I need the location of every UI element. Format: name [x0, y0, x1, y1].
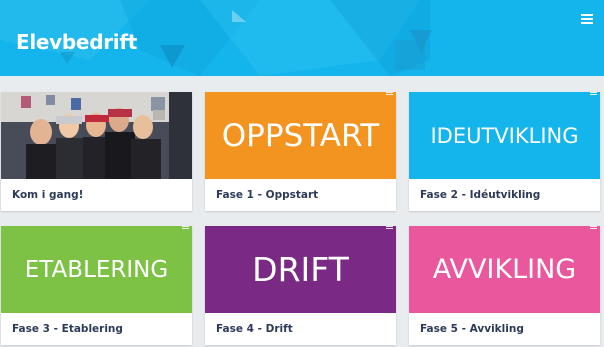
card-caption: Fase 3 - Etablering [12, 323, 123, 335]
tile-drift: DRIFT [205, 226, 396, 313]
tile-title: ETABLERING [24, 256, 169, 283]
card-fase-3-etablering[interactable]: ETABLERING Fase 3 - Etablering [1, 226, 192, 345]
card-caption: Kom i gang! [12, 189, 84, 201]
card-fase-1-oppstart[interactable]: OPPSTART Fase 1 - Oppstart [205, 92, 396, 211]
header-banner: Elevbedrift [0, 0, 604, 76]
card-fase-5-avvikling[interactable]: AVVIKLING Fase 5 - Avvikling [409, 226, 600, 345]
drag-handle-icon[interactable] [590, 226, 597, 230]
page: Elevbedrift Kom i gang! OPPSTART Fase 1 … [0, 0, 604, 347]
tile-avvikling: AVVIKLING [409, 226, 600, 313]
page-title: Elevbedrift [16, 30, 137, 54]
tile-etablering: ETABLERING [1, 226, 192, 313]
drag-handle-icon[interactable] [182, 226, 189, 230]
tile-title: DRIFT [252, 250, 349, 289]
card-caption: Fase 2 - Idéutvikling [420, 189, 541, 201]
card-fase-2-ideutvikling[interactable]: IDEUTVIKLING Fase 2 - Idéutvikling [409, 92, 600, 211]
drag-handle-icon[interactable] [590, 92, 597, 96]
card-caption: Fase 1 - Oppstart [216, 189, 319, 201]
card-fase-4-drift[interactable]: DRIFT Fase 4 - Drift [205, 226, 396, 345]
card-caption: Fase 5 - Avvikling [420, 323, 524, 335]
drag-handle-icon[interactable] [386, 92, 393, 96]
tile-title: AVVIKLING [432, 254, 577, 285]
tile-title: IDEUTVIKLING [430, 123, 579, 148]
tile-title: OPPSTART [221, 117, 380, 154]
card-caption: Fase 4 - Drift [216, 323, 293, 335]
group-photo-image [1, 92, 192, 179]
tile-ideutvikling: IDEUTVIKLING [409, 92, 600, 179]
tile-oppstart: OPPSTART [205, 92, 396, 179]
drag-handle-icon[interactable] [386, 226, 393, 230]
hamburger-menu-icon[interactable] [581, 14, 593, 24]
card-kom-i-gang[interactable]: Kom i gang! [1, 92, 192, 211]
